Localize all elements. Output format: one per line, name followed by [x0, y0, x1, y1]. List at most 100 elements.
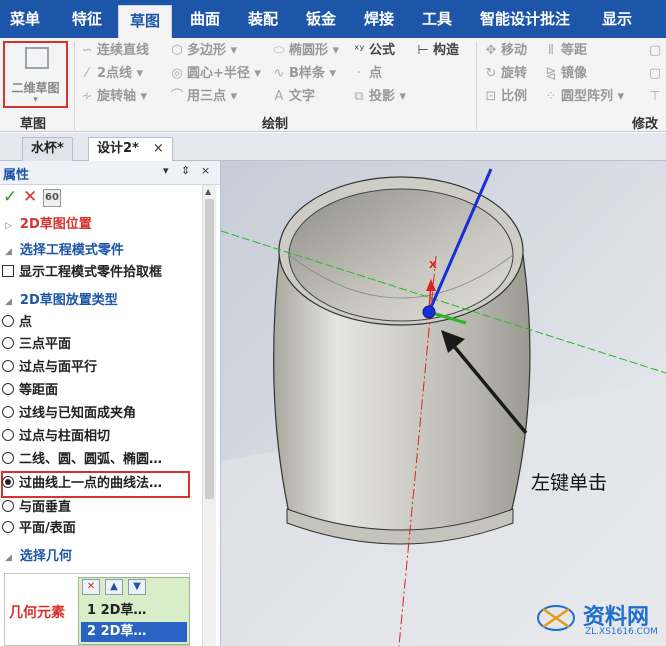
- section-sketch-position[interactable]: ▷ 2D草图位置: [5, 215, 92, 235]
- construct-button[interactable]: ⊢ 构造: [416, 41, 459, 61]
- two-point-line-button[interactable]: ⁄ 2点线 ▾: [80, 64, 143, 84]
- radio[interactable]: [2, 429, 14, 441]
- formula-button[interactable]: ˣʸ 公式: [352, 41, 395, 61]
- chevron-down-icon: ▾: [33, 95, 38, 105]
- confirm-icon[interactable]: ✓: [3, 187, 17, 207]
- arc-icon: ⌒: [170, 89, 184, 104]
- option-angle[interactable]: 过线与已知面成夹角: [2, 403, 136, 425]
- annotation-text: 左键单击: [531, 472, 608, 494]
- menu-sketch[interactable]: 草图: [118, 5, 172, 38]
- panel-scrollbar[interactable]: ▲: [202, 185, 216, 646]
- circular-array-icon: ⁘: [545, 89, 557, 104]
- option-perpendicular[interactable]: 与面垂直: [2, 497, 71, 519]
- pin-icon[interactable]: ⇕: [181, 164, 190, 177]
- offset-button[interactable]: ⫴ 等距: [544, 41, 587, 61]
- close-icon[interactable]: ×: [153, 138, 164, 160]
- point-icon: ·: [356, 66, 362, 81]
- radio[interactable]: [2, 406, 14, 418]
- section-placement-type[interactable]: ◢ 2D草图放置类型: [5, 291, 118, 311]
- tab-label: 设计2*: [97, 141, 139, 156]
- menu-feature[interactable]: 特征: [60, 0, 114, 38]
- scroll-thumb[interactable]: [205, 199, 214, 499]
- expand-icon: ▷: [5, 221, 12, 231]
- menu-bar: 菜单 特征 草图 曲面 装配 钣金 焊接 工具 智能设计批注 显示: [0, 0, 666, 38]
- option-two-lines[interactable]: 二线、圆、圆弧、椭圆…: [2, 449, 162, 471]
- cup-model: [221, 161, 666, 646]
- continuous-line-button[interactable]: ∽ 连续直线: [80, 41, 149, 61]
- 2d-sketch-button[interactable]: 二维草图 ▾: [3, 41, 68, 108]
- tab-design2[interactable]: 设计2* ×: [88, 137, 173, 161]
- option-three-point-plane[interactable]: 三点平面: [2, 334, 71, 356]
- group-label-sketch: 草图: [20, 117, 47, 132]
- mirror-icon: ⧎: [545, 66, 557, 81]
- more-tool-button[interactable]: ▢: [648, 41, 665, 61]
- origin-point: [422, 305, 436, 319]
- three-point-arc-button[interactable]: ⌒ 用三点 ▾: [170, 87, 237, 107]
- option-tangent[interactable]: 过点与柱面相切: [2, 426, 110, 448]
- radio[interactable]: [2, 383, 14, 395]
- text-button[interactable]: A 文字: [272, 87, 315, 107]
- radio[interactable]: [2, 500, 14, 512]
- group-label-draw: 绘制: [262, 117, 289, 132]
- radio[interactable]: [2, 360, 14, 372]
- menu-sheet-metal[interactable]: 钣金: [294, 0, 348, 38]
- ellipse-button[interactable]: ⬭ 椭圆形 ▾: [272, 41, 339, 61]
- circle-center-radius-button[interactable]: ◎ 圆心+半径 ▾: [170, 64, 261, 84]
- move-button[interactable]: ✥ 移动: [484, 41, 527, 61]
- close-icon[interactable]: ×: [201, 164, 210, 177]
- list-item-selected[interactable]: 2 2D草…: [81, 622, 187, 642]
- checkbox[interactable]: [2, 265, 14, 277]
- formula-icon: ˣʸ: [353, 43, 365, 58]
- polygon-button[interactable]: ⬡ 多边形 ▾: [170, 41, 237, 61]
- more-tool-button[interactable]: ▢: [648, 64, 665, 84]
- extend-icon: ⊤: [649, 89, 661, 104]
- arrow-down-icon[interactable]: ▼: [128, 579, 146, 595]
- tab-label: 水杯*: [31, 141, 64, 156]
- tab-water-cup[interactable]: 水杯*: [22, 137, 73, 161]
- scroll-up-icon[interactable]: ▲: [205, 187, 211, 196]
- arrow-up-icon[interactable]: ▲: [105, 579, 123, 595]
- cancel-icon[interactable]: ✕: [23, 187, 37, 207]
- radio-selected[interactable]: [2, 476, 14, 488]
- 3d-viewport[interactable]: X 左键单击 资料网 ZL.XS1616.COM: [221, 161, 666, 646]
- option-plane-surface[interactable]: 平面/表面: [2, 518, 76, 540]
- delete-icon[interactable]: ✕: [82, 579, 100, 595]
- section-select-part[interactable]: ◢ 选择工程模式零件: [5, 241, 124, 261]
- bspline-button[interactable]: ∿ B样条 ▾: [272, 64, 336, 84]
- construct-icon: ⊢: [417, 43, 429, 58]
- menu-surface[interactable]: 曲面: [178, 0, 232, 38]
- radio[interactable]: [2, 315, 14, 327]
- scale-button[interactable]: ⊡ 比例: [484, 87, 527, 107]
- collapse-icon: ◢: [5, 247, 12, 257]
- show-part-checkbox[interactable]: 显示工程模式零件拾取框: [2, 262, 162, 284]
- menu-main[interactable]: 菜单: [0, 0, 50, 38]
- option-parallel[interactable]: 过点与面平行: [2, 357, 97, 379]
- geometry-list[interactable]: ✕ ▲ ▼ 1 2D草… 2 2D草…: [78, 577, 190, 645]
- menu-weld[interactable]: 焊接: [352, 0, 406, 38]
- ribbon: 二维草图 ▾ 草图 ∽ 连续直线 ⁄ 2点线 ▾ ∻ 旋转轴 ▾ ⬡ 多边形 ▾ ◎ 圆心…: [0, 38, 666, 132]
- option-curve-normal[interactable]: 过曲线上一点的曲线法…: [2, 473, 162, 495]
- radio[interactable]: [2, 452, 14, 464]
- radio[interactable]: [2, 521, 14, 533]
- option-point[interactable]: 点: [2, 312, 32, 334]
- menu-display[interactable]: 显示: [590, 0, 644, 38]
- rotation-axis-button[interactable]: ∻ 旋转轴 ▾: [80, 87, 148, 107]
- menu-assembly[interactable]: 装配: [236, 0, 290, 38]
- cup-inner: [288, 188, 514, 322]
- geometry-label: 几何元素: [9, 605, 65, 621]
- dropdown-icon[interactable]: ▾: [163, 164, 169, 177]
- project-button[interactable]: ⧉ 投影 ▾: [352, 87, 406, 107]
- mirror-button[interactable]: ⧎ 镜像: [544, 64, 587, 84]
- geometry-list-tools: ✕ ▲ ▼: [79, 578, 189, 596]
- option-offset[interactable]: 等距面: [2, 380, 58, 402]
- menu-smart-annotation[interactable]: 智能设计批注: [470, 0, 580, 38]
- section-select-geometry[interactable]: ◢ 选择几何: [5, 547, 72, 567]
- preview-icon[interactable]: 60: [43, 189, 61, 207]
- list-item[interactable]: 1 2D草…: [81, 601, 187, 621]
- radio[interactable]: [2, 337, 14, 349]
- more-tool-button[interactable]: ⊤: [648, 87, 665, 107]
- circular-array-button[interactable]: ⁘ 圆型阵列 ▾: [544, 87, 625, 107]
- point-button[interactable]: · 点: [352, 64, 382, 84]
- menu-tools[interactable]: 工具: [410, 0, 464, 38]
- rotate-button[interactable]: ↻ 旋转: [484, 64, 527, 84]
